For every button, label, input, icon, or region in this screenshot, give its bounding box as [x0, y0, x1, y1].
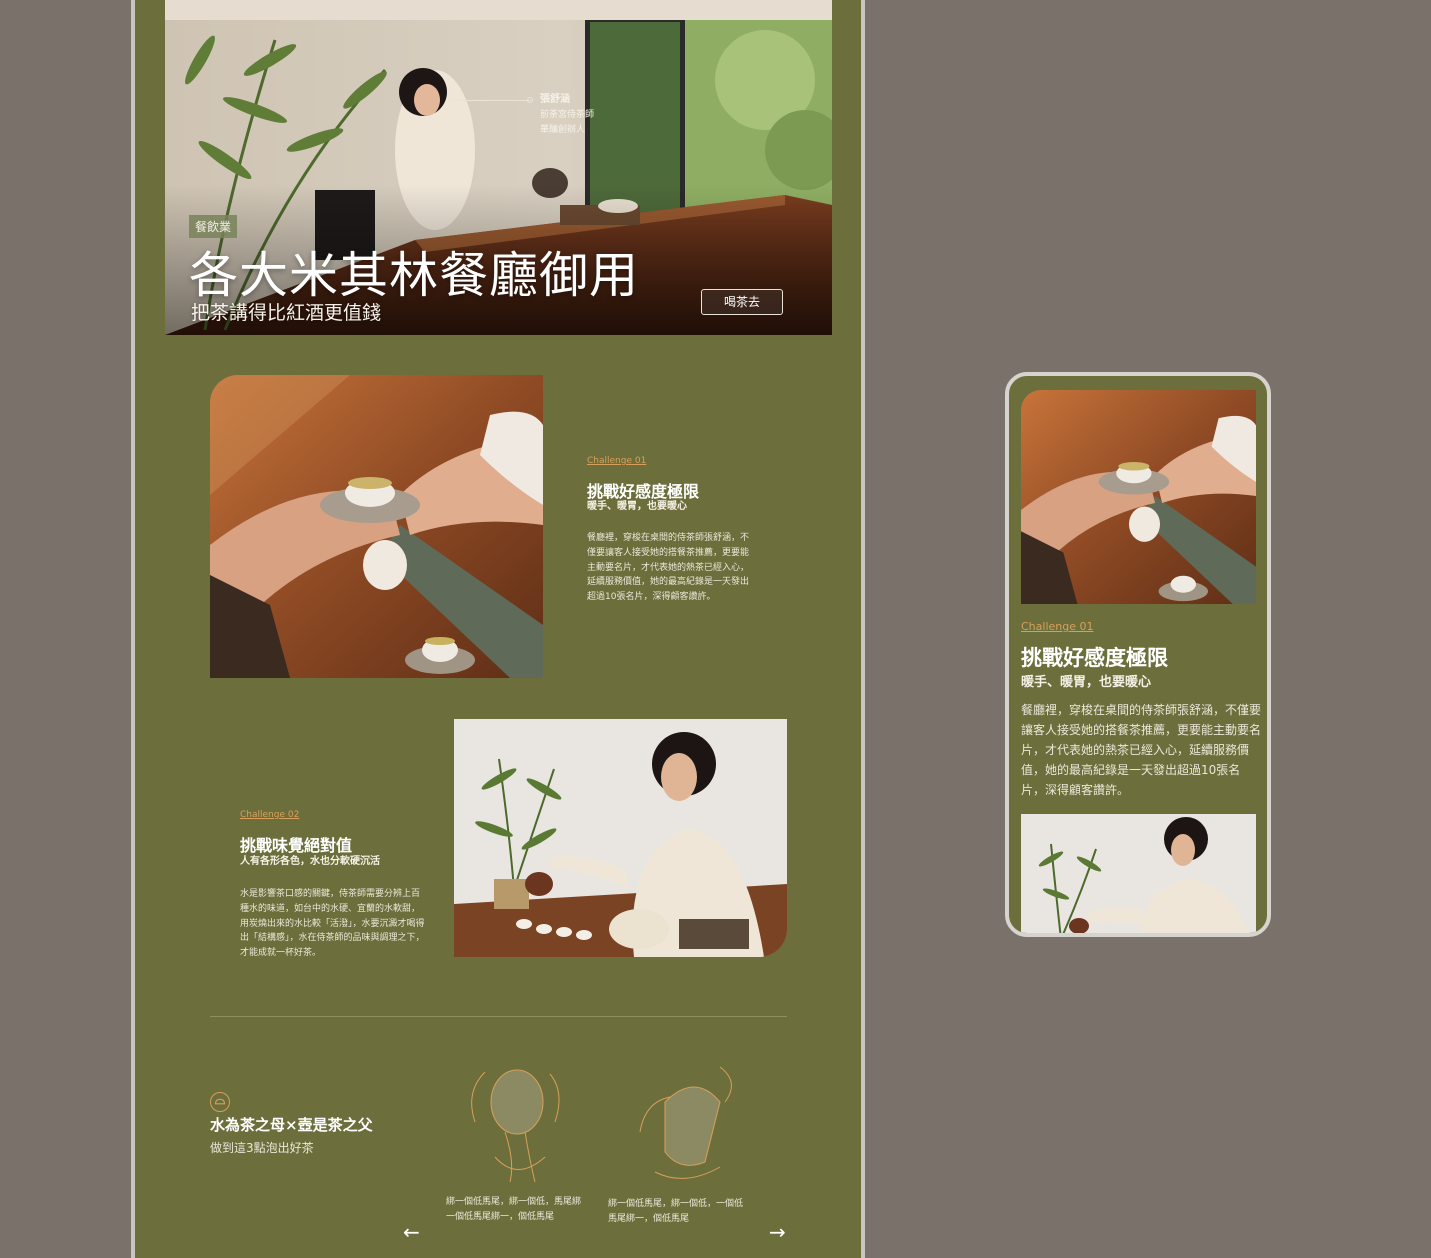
drink-tea-button[interactable]: 喝茶去: [701, 289, 783, 315]
tip-text-1: 綁一個低馬尾，綁一個低，馬尾綁一個低馬尾綁一，個低馬尾: [446, 1197, 582, 1222]
mobile-challenge1-photo: [1021, 390, 1256, 604]
tip-text-2: 綁一個低馬尾，綁一個低，一個低馬尾綁一，個低馬尾: [608, 1199, 744, 1224]
mobile-challenge1-subtitle: 暖手、暖胃，也要暖心: [1021, 675, 1152, 690]
mobile-challenge1-label[interactable]: Challenge 01: [1021, 620, 1094, 633]
challenge2-body: 水是影響茶口感的關鍵，侍茶師需要分辨上百種水的味道，如台中的水硬、宜蘭的水軟甜，…: [240, 889, 425, 959]
hero-title: 各大米其林餐廳御用: [189, 247, 640, 304]
ponytail-illustration-1: [455, 1062, 575, 1187]
mobile-preview: Challenge 01 挑戰好感度極限 暖手、暖胃，也要暖心 餐廳裡，穿梭在桌…: [1005, 372, 1271, 937]
challenge2-label[interactable]: Challenge 02: [240, 810, 299, 820]
mobile-challenge1-title: 挑戰好感度極限: [1021, 645, 1168, 670]
teapot-icon: [210, 1092, 230, 1112]
category-tag: 餐飲業: [189, 215, 238, 238]
section-divider: [210, 1016, 787, 1017]
challenge1-body: 餐廳裡，穿梭在桌間的侍茶師張舒涵，不僅要讓客人接受她的搭餐茶推薦，更要能主動要名…: [587, 533, 750, 603]
challenge1-photo: [210, 375, 543, 678]
prev-arrow-icon[interactable]: ←: [403, 1222, 420, 1242]
challenge1-label[interactable]: Challenge 01: [587, 456, 646, 466]
challenge2-subtitle: 人有各形各色，水也分軟硬沉活: [240, 856, 380, 867]
person-role-1: 前荼宮侍茶師: [540, 110, 595, 120]
hero-subtitle: 把茶講得比紅酒更值錢: [191, 302, 382, 324]
name-pointer-dot: [527, 97, 533, 103]
tips-subtitle: 做到這3點泡出好茶: [210, 1141, 314, 1155]
mobile-challenge1-body: 餐廳裡，穿梭在桌間的侍茶師張舒涵，不僅要讓客人接受她的搭餐茶推薦，更要能主動要名…: [1021, 703, 1262, 797]
person-role-2: 華釀創辦人: [540, 125, 586, 135]
next-arrow-icon[interactable]: →: [769, 1222, 786, 1242]
name-pointer-line: [451, 100, 531, 101]
challenge1-subtitle: 暖手、暖胃，也要暖心: [587, 501, 687, 512]
ponytail-illustration-2: [625, 1062, 745, 1187]
person-name: 張舒涵: [540, 94, 570, 105]
challenge2-photo: [454, 719, 787, 957]
desktop-preview: 張舒涵 前荼宮侍茶師 華釀創辦人 餐飲業 各大米其林餐廳御用 把茶講得比紅酒更值…: [131, 0, 865, 1258]
tips-title: 水為茶之母×壺是茶之父: [210, 1116, 373, 1134]
person-caption: 張舒涵 前荼宮侍茶師 華釀創辦人: [540, 92, 594, 138]
mobile-challenge2-photo: [1021, 814, 1256, 933]
